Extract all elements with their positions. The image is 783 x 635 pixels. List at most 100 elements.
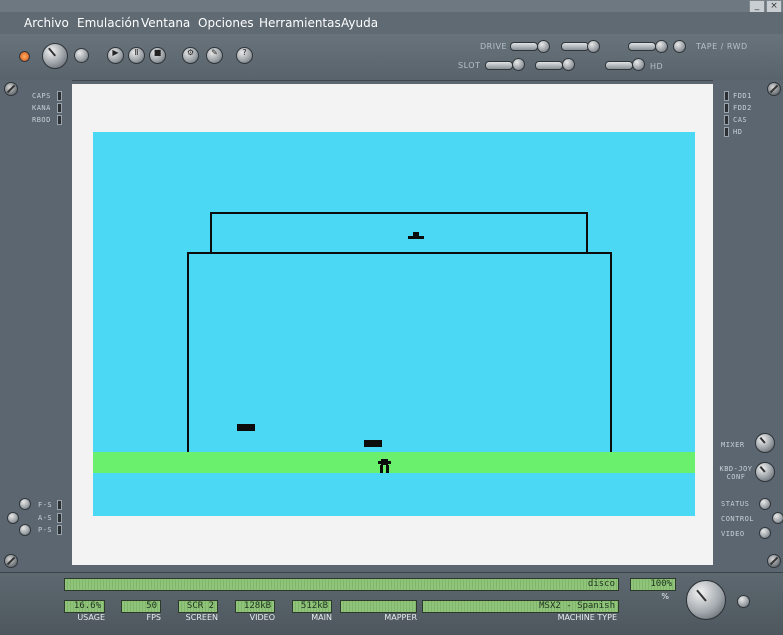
- hd-led-label: HD: [733, 128, 743, 136]
- menu-herramientas[interactable]: Herramientas: [259, 16, 341, 30]
- kbd-joy-label: KBD-JOY CONF: [719, 465, 753, 481]
- machine-type-readout: MSX2 - Spanish: [422, 600, 619, 613]
- front-top-line: [187, 252, 612, 254]
- mapper-readout: [340, 600, 417, 613]
- fps-label: FPS: [146, 613, 161, 622]
- main-ram-readout: 512kB: [292, 600, 332, 613]
- hd-led: [724, 127, 729, 137]
- kana-label: KANA: [32, 104, 51, 112]
- usage-label: USAGE: [77, 613, 105, 622]
- status-bar: disco 100% % 16.6% USAGE 50 FPS SCR 2 SC…: [0, 572, 783, 635]
- front-left-line: [187, 252, 189, 453]
- kbd-joy-knob[interactable]: [755, 462, 775, 482]
- drive-b-button[interactable]: [587, 40, 600, 53]
- right-panel: FDD1 FDD2 CAS HD MIXER KBD-JOY CONF STAT…: [713, 80, 783, 572]
- video-label: VIDEO: [721, 530, 745, 538]
- slot-2-slider[interactable]: [535, 61, 563, 70]
- wall-left-line: [210, 212, 212, 253]
- video-ram-readout: 128kB: [235, 600, 275, 613]
- machine-type-label: MACHINE TYPE: [557, 613, 617, 622]
- mapper-label: MAPPER: [384, 613, 417, 622]
- fs-led: [57, 500, 62, 510]
- cas-label: CAS: [733, 116, 748, 124]
- fs-label: F-S: [38, 501, 53, 509]
- settings-icon[interactable]: ⚙: [182, 47, 199, 64]
- play-button[interactable]: ▶: [107, 47, 124, 64]
- screw-icon: [767, 554, 781, 568]
- kana-led: [57, 103, 62, 113]
- fdd2-led: [724, 103, 729, 113]
- control-label: CONTROL: [721, 515, 755, 523]
- fdd1-label: FDD1: [733, 92, 752, 100]
- caps-led: [57, 91, 62, 101]
- drive-a-button[interactable]: [537, 40, 550, 53]
- usage-readout: 16.6%: [64, 600, 105, 613]
- screw-icon: [767, 82, 781, 96]
- screen-label: SCREEN: [185, 613, 218, 622]
- slot-label: SLOT: [458, 61, 481, 70]
- front-right-line: [610, 252, 612, 453]
- slot-2-button[interactable]: [562, 58, 575, 71]
- rbod-led: [57, 115, 62, 125]
- volume-mute-button[interactable]: [737, 595, 750, 608]
- status-button[interactable]: [759, 498, 771, 510]
- menu-opciones[interactable]: Opciones: [198, 16, 254, 30]
- menu-archivo[interactable]: Archivo: [24, 16, 69, 30]
- as-button[interactable]: [7, 512, 19, 524]
- hd-button[interactable]: [632, 58, 645, 71]
- help-icon[interactable]: ?: [236, 47, 253, 64]
- player-sprite: [378, 459, 391, 473]
- left-panel: CAPS KANA RBOD F-S A-S P-S: [0, 80, 72, 572]
- tape-button[interactable]: [655, 40, 668, 53]
- as-label: A-S: [38, 514, 53, 522]
- wrench-icon[interactable]: ✎: [206, 47, 223, 64]
- rewind-button[interactable]: [673, 40, 686, 53]
- control-button[interactable]: [772, 512, 783, 524]
- status-message: disco: [64, 578, 619, 591]
- video-button[interactable]: [759, 527, 771, 539]
- screen-readout: SCR 2: [178, 600, 218, 613]
- menu-bar: Archivo Emulación Ventana Opciones Herra…: [0, 12, 783, 34]
- fps-readout: 50: [121, 600, 161, 613]
- ship-sprite: [408, 236, 424, 239]
- power-knob[interactable]: [42, 43, 68, 69]
- platform-sprite: [364, 440, 382, 447]
- fdd2-label: FDD2: [733, 104, 752, 112]
- hd-slider[interactable]: [605, 61, 633, 70]
- caps-label: CAPS: [32, 92, 51, 100]
- tape-label: TAPE / RWD: [696, 42, 748, 51]
- status-label: STATUS: [721, 500, 750, 508]
- volume-unit: %: [661, 592, 669, 601]
- game-screen[interactable]: [93, 132, 695, 516]
- video-ram-label: VIDEO: [249, 613, 275, 622]
- menu-ventana[interactable]: Ventana: [141, 16, 190, 30]
- ps-button[interactable]: [19, 524, 31, 536]
- menu-ayuda[interactable]: Ayuda: [341, 16, 378, 30]
- reset-button[interactable]: [74, 48, 89, 63]
- slot-1-slider[interactable]: [485, 61, 513, 70]
- screw-icon: [4, 82, 18, 96]
- tape-slider[interactable]: [628, 42, 656, 51]
- main-ram-label: MAIN: [311, 613, 332, 622]
- toolbar: ▶ Ⅱ ■ ⚙ ✎ ? DRIVE SLOT TAPE / RWD HD: [0, 34, 783, 81]
- grass-strip: [93, 452, 695, 473]
- wall-top-line: [210, 212, 588, 214]
- screw-icon: [4, 554, 18, 568]
- fs-button[interactable]: [19, 498, 31, 510]
- drive-b-slider[interactable]: [561, 42, 589, 51]
- hd-label: HD: [650, 62, 664, 71]
- drive-label: DRIVE: [480, 42, 508, 51]
- mixer-knob[interactable]: [755, 433, 775, 453]
- platform-sprite: [237, 424, 255, 431]
- as-led: [57, 513, 62, 523]
- slot-1-button[interactable]: [512, 58, 525, 71]
- mixer-label: MIXER: [721, 441, 745, 449]
- ship-sprite-top: [413, 232, 419, 236]
- title-bar: _ ×: [0, 0, 783, 13]
- drive-a-slider[interactable]: [510, 42, 538, 51]
- pause-button[interactable]: Ⅱ: [128, 47, 145, 64]
- volume-knob[interactable]: [686, 580, 726, 620]
- menu-emulacion[interactable]: Emulación: [77, 16, 139, 30]
- stop-button[interactable]: ■: [149, 47, 166, 64]
- fdd1-led: [724, 91, 729, 101]
